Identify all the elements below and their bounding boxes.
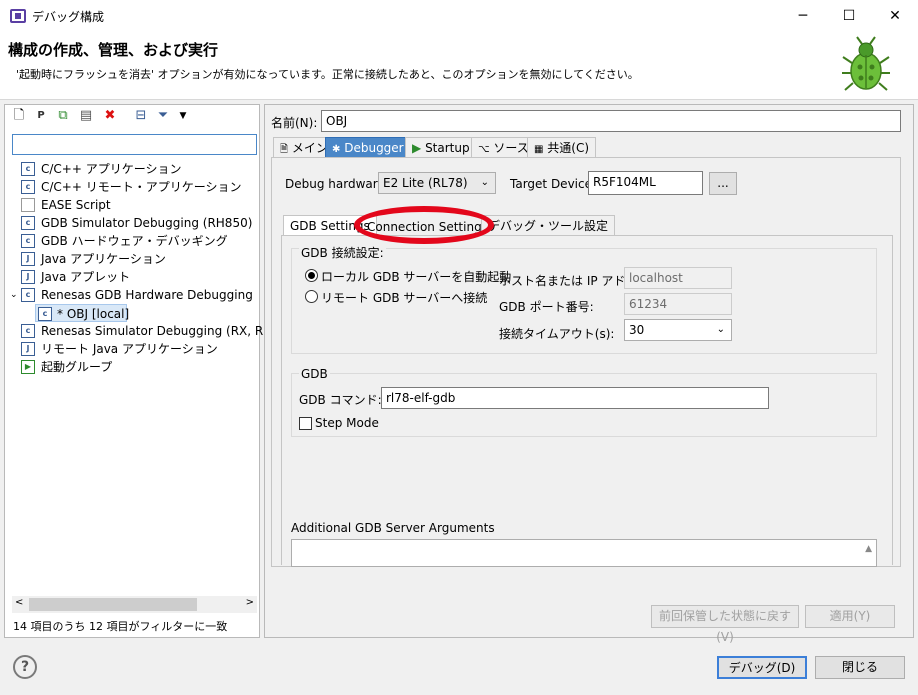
delete-icon[interactable]: ✖: [102, 108, 118, 124]
dialog-message: '起動時にフラッシュを消去' オプションが有効になっています。正常に接続したあと…: [16, 68, 639, 81]
radio-remote-gdb[interactable]: [305, 290, 318, 303]
additional-args-label: Additional GDB Server Arguments: [291, 521, 495, 535]
java-icon: J: [21, 270, 35, 284]
minimize-button[interactable]: ─: [780, 0, 826, 32]
gdb-group-label: GDB: [299, 367, 330, 381]
tab-debugger[interactable]: ✱ Debugger: [325, 137, 411, 158]
help-icon[interactable]: ?: [13, 655, 37, 679]
config-tree-panel: 🗋 P ⧉ ▤ ✖ ⊟ ⏷ ▼ c C/C++ アプリケーション c C/C++…: [4, 104, 290, 638]
cpp-icon: c: [38, 307, 52, 321]
maximize-button[interactable]: ☐: [826, 0, 872, 32]
debugger-bug-icon: ✱: [332, 144, 341, 155]
highlight-circle: [354, 206, 494, 244]
launch-group-icon: ▶: [21, 360, 35, 374]
tree-item-renesas-sim[interactable]: c Renesas Simulator Debugging (RX, RL78): [5, 322, 290, 340]
dialog-title: 構成の作成、管理、および実行: [8, 41, 219, 59]
java-icon: J: [21, 252, 35, 266]
timeout-label: 接続タイムアウト(s):: [499, 327, 615, 341]
view-menu-icon[interactable]: ▼: [175, 108, 191, 124]
chevron-down-icon: ⌄: [480, 177, 489, 188]
tree-item-java-app[interactable]: J Java アプリケーション: [5, 250, 255, 268]
tree-item-remote-java[interactable]: J リモート Java アプリケーション: [5, 340, 255, 358]
radio-local-gdb-label: ローカル GDB サーバーを自動起動: [321, 270, 512, 284]
script-icon: [21, 198, 35, 212]
expand-chevron-icon[interactable]: ⌄: [10, 286, 18, 304]
name-label: 名前(N):: [271, 116, 318, 130]
cpp-icon: c: [21, 216, 35, 230]
gdb-connection-group-label: GDB 接続設定:: [299, 244, 386, 261]
target-device-label: Target Device:: [510, 177, 597, 191]
cpp-icon: c: [21, 162, 35, 176]
port-input[interactable]: 61234: [624, 293, 732, 315]
tab-startup[interactable]: ▶ Startup: [405, 137, 477, 158]
java-icon: J: [21, 342, 35, 356]
window-title: デバッグ構成: [32, 10, 105, 24]
common-icon: ▦: [534, 144, 544, 155]
target-device-input[interactable]: R5F104ML: [588, 171, 703, 195]
filter-icon[interactable]: ⏷: [155, 108, 171, 124]
tree-item-ease-script[interactable]: EASE Script: [5, 196, 255, 214]
gdb-command-input[interactable]: rl78-elf-gdb: [381, 387, 769, 409]
subtab-debug-tool-settings[interactable]: デバッグ・ツール設定: [481, 215, 616, 236]
timeout-select[interactable]: 30 ⌄: [624, 319, 732, 341]
debug-hardware-label: Debug hardware:: [285, 177, 389, 191]
cpp-icon: c: [21, 324, 35, 338]
config-editor-panel: 名前(N): OBJ 🗎 メイン ✱ Debugger ▶ Startup ⌥ …: [264, 104, 914, 644]
tree-item-launch-group[interactable]: ▶ 起動グループ: [5, 358, 255, 376]
startup-play-icon: ▶: [412, 141, 422, 155]
browse-button[interactable]: ...: [709, 172, 737, 195]
tab-common[interactable]: ▦ 共通(C): [527, 137, 597, 158]
tree-item-cpp-remote[interactable]: c C/C++ リモート・アプリケーション: [5, 178, 255, 196]
tree-item-obj-local[interactable]: c * OBJ [local]: [35, 304, 129, 322]
cpp-icon: c: [21, 288, 35, 302]
step-mode-label: Step Mode: [315, 416, 379, 430]
title-bar: デバッグ構成 ─ ☐ ✕: [0, 0, 918, 32]
close-window-button[interactable]: ✕: [872, 0, 918, 32]
step-mode-checkbox[interactable]: [299, 417, 312, 430]
tree-item-renesas-gdb-hw[interactable]: ⌄ c Renesas GDB Hardware Debugging: [5, 286, 255, 304]
tree-item-gdb-hw[interactable]: c GDB ハードウェア・デバッギング: [5, 232, 255, 250]
filter-status: 14 項目のうち 12 項目がフィルターに一致: [13, 620, 228, 633]
additional-args-textarea[interactable]: ▲: [291, 539, 877, 567]
scroll-thumb[interactable]: [29, 598, 197, 611]
debug-bug-icon: [842, 36, 890, 91]
close-button[interactable]: 閉じる: [815, 656, 905, 679]
host-input[interactable]: localhost: [624, 267, 732, 289]
scroll-up-icon[interactable]: ▲: [865, 544, 872, 554]
dialog-header: 構成の作成、管理、および実行 '起動時にフラッシュを消去' オプションが有効にな…: [0, 32, 918, 100]
radio-local-gdb[interactable]: [305, 269, 318, 282]
new-prototype-icon[interactable]: P: [33, 108, 49, 124]
cpp-icon: c: [21, 234, 35, 248]
horizontal-scrollbar[interactable]: < >: [12, 596, 257, 613]
port-label: GDB ポート番号:: [499, 300, 594, 314]
tree-item-gdb-sim-rh850[interactable]: c GDB Simulator Debugging (RH850): [5, 214, 255, 232]
tree-item-java-applet[interactable]: J Java アプレット: [5, 268, 255, 286]
app-icon: [10, 9, 26, 23]
main-tab-icon: 🗎: [280, 144, 289, 155]
debug-button[interactable]: デバッグ(D): [717, 656, 807, 679]
cpp-icon: c: [21, 180, 35, 194]
filter-input[interactable]: [12, 134, 257, 155]
scroll-left-icon[interactable]: <: [15, 597, 23, 608]
apply-button[interactable]: 適用(Y): [805, 605, 895, 628]
duplicate-icon[interactable]: ⧉: [55, 108, 71, 124]
new-config-icon[interactable]: 🗋: [11, 108, 27, 124]
gdb-command-label: GDB コマンド:: [299, 393, 382, 407]
export-icon[interactable]: ▤: [78, 108, 94, 124]
debug-hardware-select[interactable]: E2 Lite (RL78) ⌄: [378, 172, 496, 194]
radio-remote-gdb-label: リモート GDB サーバーへ接続: [321, 291, 488, 305]
chevron-down-icon: ⌄: [716, 324, 725, 335]
source-icon: ⌥: [478, 144, 490, 155]
name-input[interactable]: OBJ: [321, 110, 901, 132]
scroll-right-icon[interactable]: >: [246, 597, 254, 608]
revert-button[interactable]: 前回保管した状態に戻す(V): [651, 605, 799, 644]
collapse-all-icon[interactable]: ⊟: [133, 108, 149, 124]
tree-item-cpp-app[interactable]: c C/C++ アプリケーション: [5, 160, 255, 178]
